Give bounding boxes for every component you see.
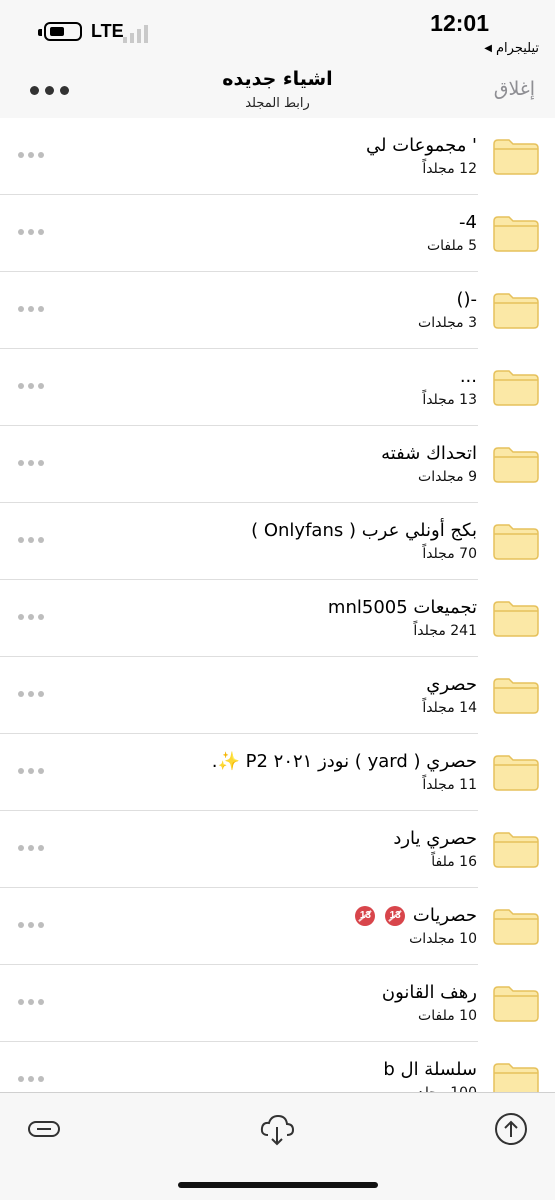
page-title: اشياء جديده [222, 68, 333, 90]
list-item[interactable]: -() 3 مجلدات [0, 272, 555, 349]
list-item[interactable]: ' مجموعات لي 12 مجلداً [0, 118, 555, 195]
folder-icon [493, 909, 539, 945]
folder-icon [493, 986, 539, 1022]
folder-icon [493, 1063, 539, 1092]
close-button[interactable]: إغلاق [494, 78, 535, 100]
list-item[interactable]: حصريات 13 13 10 مجلدات [0, 888, 555, 965]
folder-name: حصري ( yard ) نودز ٢٠٢١ P2 ✨. [211, 751, 477, 772]
folder-list: ' مجموعات لي 12 مجلداً 4- 5 ملفات -() 3 … [0, 118, 555, 1092]
battery-icon [44, 22, 82, 41]
ellipsis-icon[interactable] [18, 383, 44, 391]
upload-icon[interactable] [493, 1111, 529, 1147]
cloud-download-icon[interactable] [259, 1111, 295, 1147]
ellipsis-icon[interactable] [18, 691, 44, 699]
folder-item-count: 10 ملفات [418, 1008, 477, 1024]
folder-name: رهف القانون [381, 982, 477, 1003]
signal-icon [123, 21, 163, 43]
list-item[interactable]: حصري يارد 16 ملفاً [0, 811, 555, 888]
folder-icon [493, 293, 539, 329]
folder-name: بكج أونلي عرب ( Onlyfans ) [251, 520, 477, 541]
ellipsis-icon[interactable] [18, 1076, 44, 1084]
folder-name: حصري يارد [393, 828, 477, 849]
folder-item-count: 11 مجلداً [422, 777, 477, 793]
folder-item-count: 12 مجلداً [422, 161, 477, 177]
folder-icon [493, 832, 539, 868]
folder-name: ' مجموعات لي [365, 135, 477, 156]
ellipsis-icon[interactable] [18, 768, 44, 776]
ellipsis-icon[interactable] [18, 460, 44, 468]
battery-nub [38, 29, 42, 36]
folder-item-count: 9 مجلدات [418, 469, 477, 485]
folder-name: تجميعات mnl5005 [327, 597, 477, 618]
clock: 12:01 [430, 10, 489, 36]
folder-icon [493, 447, 539, 483]
list-item[interactable]: رهف القانون 10 ملفات [0, 965, 555, 1042]
folder-item-count: 16 ملفاً [431, 854, 477, 870]
list-item[interactable]: تجميعات mnl5005 241 مجلداً [0, 580, 555, 657]
list-item[interactable]: اتحداك شفته 9 مجلدات [0, 426, 555, 503]
folder-icon [493, 755, 539, 791]
folder-icon [493, 139, 539, 175]
network-label: LTE [91, 21, 124, 41]
ellipsis-icon[interactable] [18, 152, 44, 160]
folder-icon [493, 216, 539, 252]
link-icon[interactable] [26, 1111, 62, 1147]
list-item[interactable]: حصري ( yard ) نودز ٢٠٢١ P2 ✨. 11 مجلداً [0, 734, 555, 811]
ellipsis-icon[interactable] [18, 229, 44, 237]
ellipsis-icon[interactable] [18, 537, 44, 545]
status-bar: LTE 12:01 تيليجرام ◀ [0, 0, 555, 62]
home-indicator [178, 1182, 378, 1188]
ellipsis-icon[interactable] [18, 306, 44, 314]
folder-item-count: 5 ملفات [426, 238, 477, 254]
play-triangle-icon: ◀ [484, 43, 492, 54]
age-restriction-badge: 13 [355, 906, 376, 926]
folder-name: ... [459, 366, 477, 387]
back-app-label: تيليجرام [496, 41, 539, 56]
folder-name: حصريات 13 13 [353, 905, 477, 926]
folder-name: -() [456, 289, 477, 310]
list-item[interactable]: 4- 5 ملفات [0, 195, 555, 272]
list-item[interactable]: سلسلة ال b 100 مجلد [0, 1042, 555, 1092]
folder-name: سلسلة ال b [383, 1059, 477, 1080]
page-subtitle: رابط المجلد [245, 96, 310, 111]
folder-item-count: 13 مجلداً [422, 392, 477, 408]
ellipsis-icon[interactable] [18, 999, 44, 1007]
folder-icon [493, 370, 539, 406]
folder-item-count: 14 مجلداً [422, 700, 477, 716]
folder-icon [493, 678, 539, 714]
folder-name: اتحداك شفته [381, 443, 477, 464]
ellipsis-icon[interactable] [18, 922, 44, 930]
folder-item-count: 241 مجلداً [413, 623, 477, 639]
folder-icon [493, 601, 539, 637]
list-item[interactable]: بكج أونلي عرب ( Onlyfans ) 70 مجلداً [0, 503, 555, 580]
ellipsis-icon[interactable] [18, 845, 44, 853]
back-to-app-link[interactable]: تيليجرام ◀ [484, 41, 539, 56]
list-item[interactable]: ... 13 مجلداً [0, 349, 555, 426]
folder-item-count: 70 مجلداً [422, 546, 477, 562]
folder-item-count: 3 مجلدات [418, 315, 477, 331]
folder-icon [493, 524, 539, 560]
navigation-bar: اشياء جديده رابط المجلد إغلاق [0, 62, 555, 118]
age-restriction-badge: 13 [385, 906, 406, 926]
folder-item-count: 10 مجلدات [409, 931, 477, 947]
list-item[interactable]: حصري 14 مجلداً [0, 657, 555, 734]
folder-name: 4- [459, 212, 477, 233]
folder-name: حصري [426, 674, 477, 695]
ellipsis-icon[interactable] [18, 614, 44, 622]
folder-item-count: 100 مجلد [417, 1085, 477, 1092]
